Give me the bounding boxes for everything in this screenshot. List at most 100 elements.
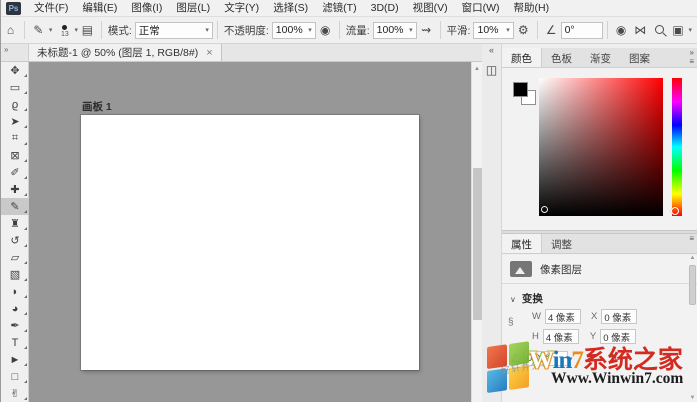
crop-tool[interactable]: ⌗ [1,130,29,147]
y-input[interactable]: 0 像素 [600,329,636,344]
chevron-down-icon[interactable]: ▾ [688,26,692,34]
height-input[interactable]: 4 像素 [543,329,579,344]
smoothing-value: 10% [477,24,498,36]
close-document-icon[interactable]: × [206,47,212,59]
brush-settings-panel-toggle-icon[interactable]: ▤ [78,23,97,37]
scrollbar-thumb[interactable] [689,265,696,305]
tab-调整[interactable]: 调整 [542,234,581,253]
artboard-label[interactable]: 画板 1 [82,99,112,114]
opacity-select[interactable]: 100% ▾ [272,22,316,39]
collapse-right-icon[interactable]: » [4,45,8,54]
eyedropper-tool-icon: ✐ [10,166,19,179]
blur-tool[interactable]: ◗ [1,283,29,300]
airbrush-icon[interactable]: ⇝ [417,23,436,37]
healing-brush-tool-icon: ✚ [10,183,19,196]
pixel-layer-icon [510,261,532,277]
scroll-down-icon[interactable]: ▼ [688,395,697,401]
flip-horizontal-icon[interactable]: ⇄ [586,352,595,365]
properties-scrollbar[interactable]: ▲ ▼ [688,255,697,402]
size-pressure-icon[interactable]: ◉ [612,23,631,37]
canvas-workspace[interactable]: 画板 1 [29,62,471,402]
menu-item[interactable]: 图层(L) [169,0,217,16]
panel-menu-icon[interactable]: ≡ [689,57,694,66]
flow-select[interactable]: 100% ▾ [373,22,417,39]
brush-angle-input[interactable]: 0° [561,22,603,39]
flip-vertical-icon[interactable]: ⇅ [610,352,619,365]
history-brush-tool[interactable]: ↺ [1,232,29,249]
flow-label: 流量: [346,23,370,38]
rectangular-marquee-tool[interactable]: ▭ [1,79,29,96]
menu-item[interactable]: 3D(D) [364,0,406,16]
menu-item[interactable]: 图像(I) [124,0,169,16]
width-input[interactable]: 4 像素 [545,309,581,324]
divider [24,21,25,39]
mode-select[interactable]: 正常 ▾ [135,22,213,39]
tab-颜色[interactable]: 颜色 [502,48,542,67]
menu-item[interactable]: 窗口(W) [455,0,507,16]
frame-tool[interactable]: ⊠ [1,147,29,164]
search-icon[interactable] [650,23,669,37]
tab-属性[interactable]: 属性 [502,234,542,253]
scroll-up-icon[interactable]: ▲ [688,255,697,261]
path-selection-tool[interactable]: ► [1,351,29,368]
home-icon[interactable]: ⌂ [1,23,20,37]
transform-section-header[interactable]: ∨变换 [510,291,543,306]
collapse-right-icon[interactable]: » [690,48,694,57]
color-field-marker[interactable] [541,206,548,213]
hand-tool[interactable]: ✌ [1,385,29,402]
x-input[interactable]: 0 像素 [601,309,637,324]
scrollbar-thumb[interactable] [473,168,482,320]
divider [339,21,340,39]
menu-item[interactable]: 视图(V) [406,0,455,16]
brush-preset-icon[interactable]: ✎ [29,23,48,37]
rotate-angle-input[interactable]: 0.00° [524,351,568,366]
menu-item[interactable]: 帮助(H) [507,0,557,16]
menu-item[interactable]: 选择(S) [266,0,315,16]
scroll-up-icon[interactable]: ▲ [472,62,482,72]
clone-stamp-tool[interactable]: ♜ [1,215,29,232]
document-tab[interactable]: 未标题-1 @ 50% (图层 1, RGB/8#) × [29,44,222,61]
move-tool[interactable]: ✥ [1,62,29,79]
opacity-pressure-icon[interactable]: ◉ [316,23,335,37]
photoshop-logo[interactable]: Ps [6,2,21,15]
chevron-down-icon[interactable]: ▾ [49,26,53,34]
menu-item[interactable]: 文字(Y) [217,0,266,16]
hue-slider-marker[interactable] [671,207,679,215]
document-title: 未标题-1 @ 50% (图层 1, RGB/8#) [37,45,198,60]
collapsed-panel-icon[interactable]: ◫ [486,63,497,77]
saturation-brightness-field[interactable] [539,78,663,216]
document-tab-bar: » 未标题-1 @ 50% (图层 1, RGB/8#) × [1,44,482,62]
canvas-vertical-scrollbar[interactable]: ▲ [471,62,482,402]
tab-色板[interactable]: 色板 [542,48,581,67]
dodge-tool[interactable]: ◕ [1,300,29,317]
tab-图案[interactable]: 图案 [620,48,659,67]
tab-渐变[interactable]: 渐变 [581,48,620,67]
menu-item[interactable]: 文件(F) [27,0,75,16]
object-selection-tool[interactable]: ➤ [1,113,29,130]
brush-size-picker[interactable]: 13 [56,22,73,38]
artboard-canvas[interactable] [81,115,419,370]
rectangle-tool[interactable]: □ [1,368,29,385]
lasso-tool[interactable]: ϱ [1,96,29,113]
collapse-left-icon[interactable]: « [482,45,501,55]
eraser-tool[interactable]: ▱ [1,249,29,266]
brush-tool[interactable]: ✎ [1,198,29,215]
menu-item[interactable]: 编辑(E) [75,0,124,16]
menu-item[interactable]: 滤镜(T) [315,0,363,16]
panel-menu-icon[interactable]: ≡ [689,234,694,243]
workspace-switcher-icon[interactable]: ▣ [669,23,688,37]
healing-brush-tool[interactable]: ✚ [1,181,29,198]
chevron-down-icon[interactable]: ▾ [569,355,573,363]
pen-tool[interactable]: ✒ [1,317,29,334]
eyedropper-tool[interactable]: ✐ [1,164,29,181]
gradient-tool[interactable]: ▧ [1,266,29,283]
foreground-color-swatch[interactable] [513,82,528,97]
smoothing-select[interactable]: 10% ▾ [473,22,513,39]
smoothing-options-gear-icon[interactable]: ⚙ [514,23,533,37]
symmetry-icon[interactable]: ⋈ [631,23,650,37]
type-tool-icon: T [12,337,19,349]
hue-slider[interactable] [672,78,682,216]
link-dimensions-icon[interactable]: § [508,317,514,328]
type-tool[interactable]: T [1,334,29,351]
tools-dock-header[interactable]: » [1,44,29,61]
